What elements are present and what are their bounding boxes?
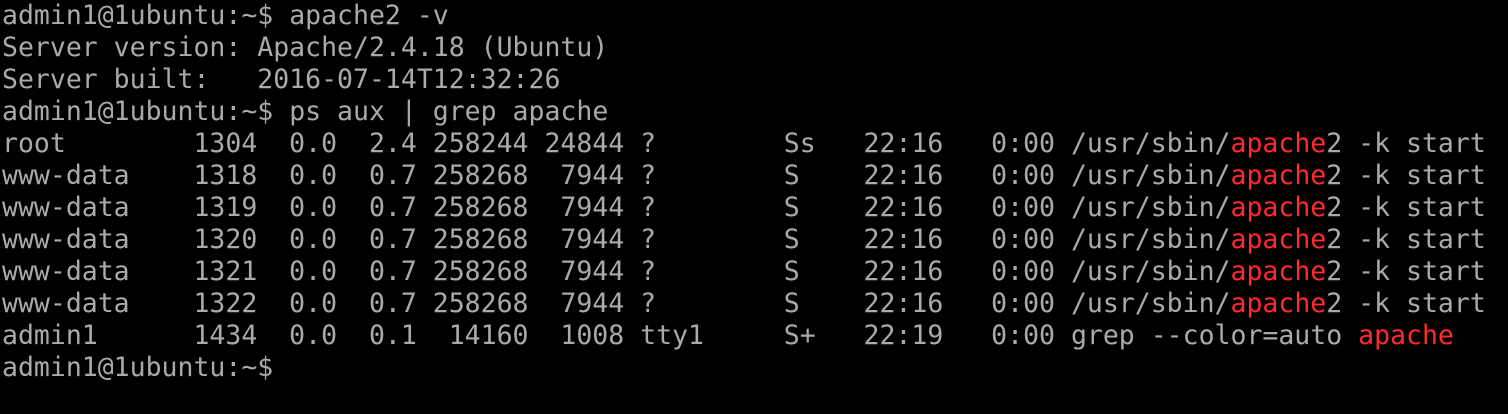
- shell-prompt: admin1@1ubuntu:~$: [2, 352, 274, 383]
- shell-prompt: admin1@1ubuntu:~$: [2, 0, 290, 31]
- grep-match-highlight: apache: [1230, 224, 1327, 255]
- process-row-text: www-data 1322 0.0 0.7 258268 7944 ? S 22…: [2, 288, 1231, 319]
- process-row-text: 2 -k start: [1326, 128, 1486, 159]
- terminal-window[interactable]: admin1@1ubuntu:~$ apache2 -v Server vers…: [0, 0, 1508, 414]
- process-row-text: admin1 1434 0.0 0.1 14160 1008 tty1 S+ 2…: [2, 320, 1359, 351]
- process-row-text: www-data 1319 0.0 0.7 258268 7944 ? S 22…: [2, 192, 1231, 223]
- grep-match-highlight: apache: [1230, 192, 1327, 223]
- output-line: Server version: Apache/2.4.18 (Ubuntu): [2, 32, 609, 63]
- process-row-text: root 1304 0.0 2.4 258244 24844 ? Ss 22:1…: [2, 128, 1231, 159]
- process-row-text: www-data 1321 0.0 0.7 258268 7944 ? S 22…: [2, 256, 1231, 287]
- process-row: www-data 1319 0.0 0.7 258268 7944 ? S 22…: [2, 192, 1508, 224]
- process-row-text: www-data 1318 0.0 0.7 258268 7944 ? S 22…: [2, 160, 1231, 191]
- command-line: admin1@1ubuntu:~$ apache2 -v: [2, 0, 1508, 32]
- process-row-text: 2 -k start: [1326, 256, 1486, 287]
- process-row-text: 2 -k start: [1326, 288, 1486, 319]
- process-row: admin1 1434 0.0 0.1 14160 1008 tty1 S+ 2…: [2, 320, 1508, 352]
- process-row: root 1304 0.0 2.4 258244 24844 ? Ss 22:1…: [2, 128, 1508, 160]
- shell-prompt: admin1@1ubuntu:~$: [2, 96, 290, 127]
- grep-match-highlight: apache: [1230, 160, 1327, 191]
- process-row-text: 2 -k start: [1326, 192, 1486, 223]
- output-line: Server built: 2016-07-14T12:32:26: [2, 64, 561, 95]
- command-line: admin1@1ubuntu:~$ ps aux | grep apache: [2, 96, 1508, 128]
- grep-match-highlight: apache: [1230, 128, 1327, 159]
- grep-match-highlight: apache: [1230, 288, 1327, 319]
- grep-match-highlight: apache: [1230, 256, 1327, 287]
- grep-match-highlight: apache: [1358, 320, 1454, 351]
- process-row-text: 2 -k start: [1326, 224, 1486, 255]
- process-row-text: 2 -k start: [1326, 160, 1486, 191]
- process-row: www-data 1322 0.0 0.7 258268 7944 ? S 22…: [2, 288, 1508, 320]
- process-row: www-data 1321 0.0 0.7 258268 7944 ? S 22…: [2, 256, 1508, 288]
- process-row: www-data 1320 0.0 0.7 258268 7944 ? S 22…: [2, 224, 1508, 256]
- command-text: apache2 -v: [289, 0, 449, 31]
- command-text: ps aux | grep apache: [289, 96, 609, 127]
- process-row: www-data 1318 0.0 0.7 258268 7944 ? S 22…: [2, 160, 1508, 192]
- process-row-text: www-data 1320 0.0 0.7 258268 7944 ? S 22…: [2, 224, 1231, 255]
- active-prompt-line[interactable]: admin1@1ubuntu:~$: [2, 352, 1508, 384]
